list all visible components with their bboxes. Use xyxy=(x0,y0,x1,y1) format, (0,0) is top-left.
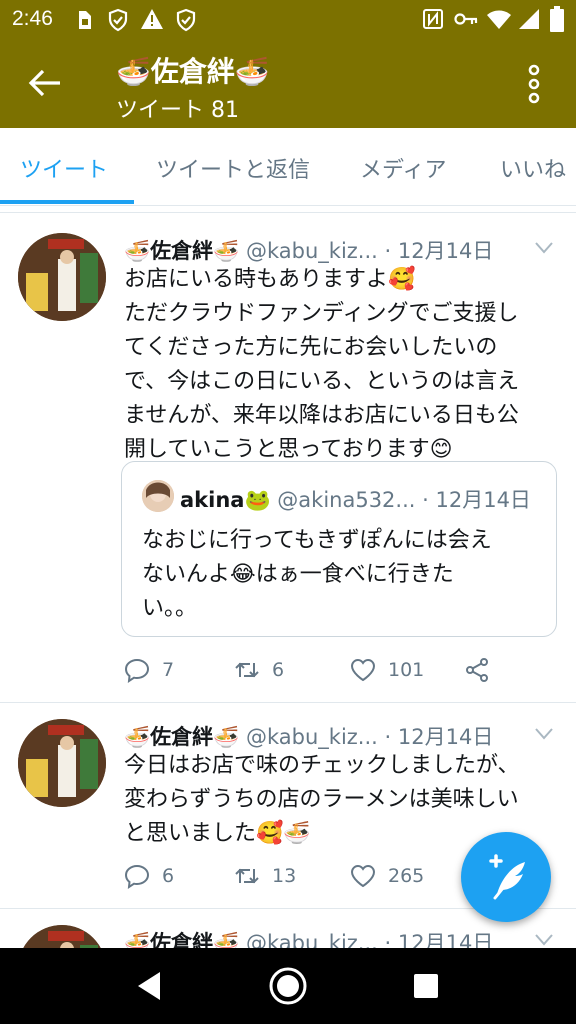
compose-tweet-button[interactable] xyxy=(461,832,551,922)
tweet-author-name[interactable]: 🍜佐倉絆🍜 xyxy=(124,931,239,948)
quoted-tweet-header: akina🐸 @akina532... · 12月14日 xyxy=(180,484,531,514)
like-button[interactable]: 101 xyxy=(350,655,424,685)
shield-icon xyxy=(176,8,196,32)
quoted-author-name: akina🐸 xyxy=(180,488,271,512)
retweet-count: 6 xyxy=(272,659,285,681)
tweet-author-handle: @kabu_kiz... xyxy=(245,239,378,263)
avatar[interactable] xyxy=(18,719,106,807)
tweet-actions: 7 6 101 xyxy=(124,655,564,685)
nav-home-icon[interactable] xyxy=(268,966,308,1006)
quoted-author-handle: @akina532... xyxy=(277,488,416,512)
tab-tweets-and-replies[interactable]: ツイートと返信 xyxy=(156,152,310,184)
quoted-text-line: ないんよ😂はぁ一食べに行きた xyxy=(142,562,454,587)
reply-count: 6 xyxy=(162,865,175,887)
tweet-text-line: お店にいる時もありますよ🥰 xyxy=(124,267,416,292)
nav-back-icon[interactable] xyxy=(134,970,164,1002)
active-tab-indicator xyxy=(0,200,134,204)
quoted-text-line: なおじに行ってもきずぽんには会え xyxy=(142,528,492,553)
retweet-button[interactable]: 13 xyxy=(234,861,296,891)
signal-icon xyxy=(519,9,539,29)
profile-name-title: 🍜佐倉絆🍜 xyxy=(116,55,270,88)
tweet-author-handle: @kabu_kiz... xyxy=(245,931,378,948)
quoted-text: なおじに行ってもきずぽんには会え ないんよ😂はぁ一食べに行きた い。。 xyxy=(142,524,542,626)
battery-icon xyxy=(550,6,564,32)
more-options-icon[interactable] xyxy=(524,64,544,104)
chevron-down-icon[interactable] xyxy=(534,241,554,255)
tweet-author-name[interactable]: 🍜佐倉絆🍜 xyxy=(124,239,239,263)
app-bar: 🍜佐倉絆🍜 ツイート 81 xyxy=(0,40,576,128)
tweet-author-name[interactable]: 🍜佐倉絆🍜 xyxy=(124,725,239,749)
tweet-date: · 12月14日 xyxy=(384,725,494,749)
avatar[interactable] xyxy=(18,925,106,948)
system-navigation-bar xyxy=(0,948,576,1024)
tweet-text-line: で、今はこの日にいる、というのは言え xyxy=(124,369,520,394)
wifi-icon xyxy=(487,10,511,29)
key-icon xyxy=(454,13,478,25)
like-button[interactable]: 265 xyxy=(350,861,424,891)
quoted-tweet[interactable]: akina🐸 @akina532... · 12月14日 なおじに行ってもきずぽ… xyxy=(121,461,557,637)
like-count: 101 xyxy=(388,659,425,681)
reply-button[interactable]: 6 xyxy=(124,861,174,891)
tweet-date: · 12月14日 xyxy=(384,931,494,948)
nfc-icon xyxy=(423,9,443,29)
avatar[interactable] xyxy=(18,233,106,321)
retweet-icon xyxy=(235,662,259,678)
tweet-text-line: 今日はお店で味のチェックしましたが、 xyxy=(124,753,520,778)
shield-check-icon xyxy=(108,8,128,32)
chevron-down-icon[interactable] xyxy=(534,933,554,947)
nav-recents-icon[interactable] xyxy=(412,972,440,1000)
tweet-item[interactable]: 🍜佐倉絆🍜 @kabu_kiz... · 12月14日 お店にいる時もありますよ… xyxy=(0,213,576,703)
warning-icon xyxy=(141,9,163,29)
tweet-count: ツイート 81 xyxy=(116,98,239,123)
share-button[interactable] xyxy=(464,655,490,685)
reply-count: 7 xyxy=(162,659,175,681)
quoted-text-line: い。。 xyxy=(142,596,198,621)
quoted-date: · 12月14日 xyxy=(422,488,531,512)
quoted-avatar xyxy=(142,480,174,512)
reply-icon xyxy=(124,864,150,889)
retweet-button[interactable]: 6 xyxy=(234,655,284,685)
like-count: 265 xyxy=(388,865,425,887)
tab-tweets[interactable]: ツイート xyxy=(20,152,108,184)
tweet-text-line: てくださった方に先にお会いしたいの xyxy=(124,335,498,360)
tweet-text-line: 変わらずうちの店のラーメンは美味しい xyxy=(124,787,519,812)
retweet-icon xyxy=(235,868,259,884)
tweet-text: お店にいる時もありますよ🥰 ただクラウドファンディングでご支援し てくださった方… xyxy=(124,263,564,467)
tweet-text-line: ただクラウドファンディングでご支援し xyxy=(124,301,519,326)
tab-media[interactable]: メディア xyxy=(360,152,446,184)
back-arrow-icon[interactable] xyxy=(28,68,62,98)
tweet-header: 🍜佐倉絆🍜 @kabu_kiz... · 12月14日 xyxy=(124,721,493,751)
retweet-count: 13 xyxy=(272,865,297,887)
status-bar: 2:46 xyxy=(0,0,576,40)
share-icon xyxy=(466,658,488,682)
reply-icon xyxy=(124,658,150,683)
heart-icon xyxy=(350,864,376,888)
compose-feather-icon xyxy=(489,854,525,900)
chevron-down-icon[interactable] xyxy=(534,727,554,741)
status-time: 2:46 xyxy=(12,7,53,30)
tweet-header: 🍜佐倉絆🍜 @kabu_kiz... · 12月14日 xyxy=(124,235,493,265)
profile-tabs: ツイート ツイートと返信 メディア いいね xyxy=(0,128,576,206)
tweet-text-line: ませんが、来年以降はお店にいる日も公 xyxy=(124,403,519,428)
tweet-date: · 12月14日 xyxy=(384,239,494,263)
reply-button[interactable]: 7 xyxy=(124,655,174,685)
tweet-header: 🍜佐倉絆🍜 @kabu_kiz... · 12月14日 xyxy=(124,927,493,948)
sim-icon xyxy=(79,11,91,29)
tweet-author-handle: @kabu_kiz... xyxy=(245,725,378,749)
heart-icon xyxy=(350,658,376,682)
tab-likes[interactable]: いいね xyxy=(500,152,566,184)
